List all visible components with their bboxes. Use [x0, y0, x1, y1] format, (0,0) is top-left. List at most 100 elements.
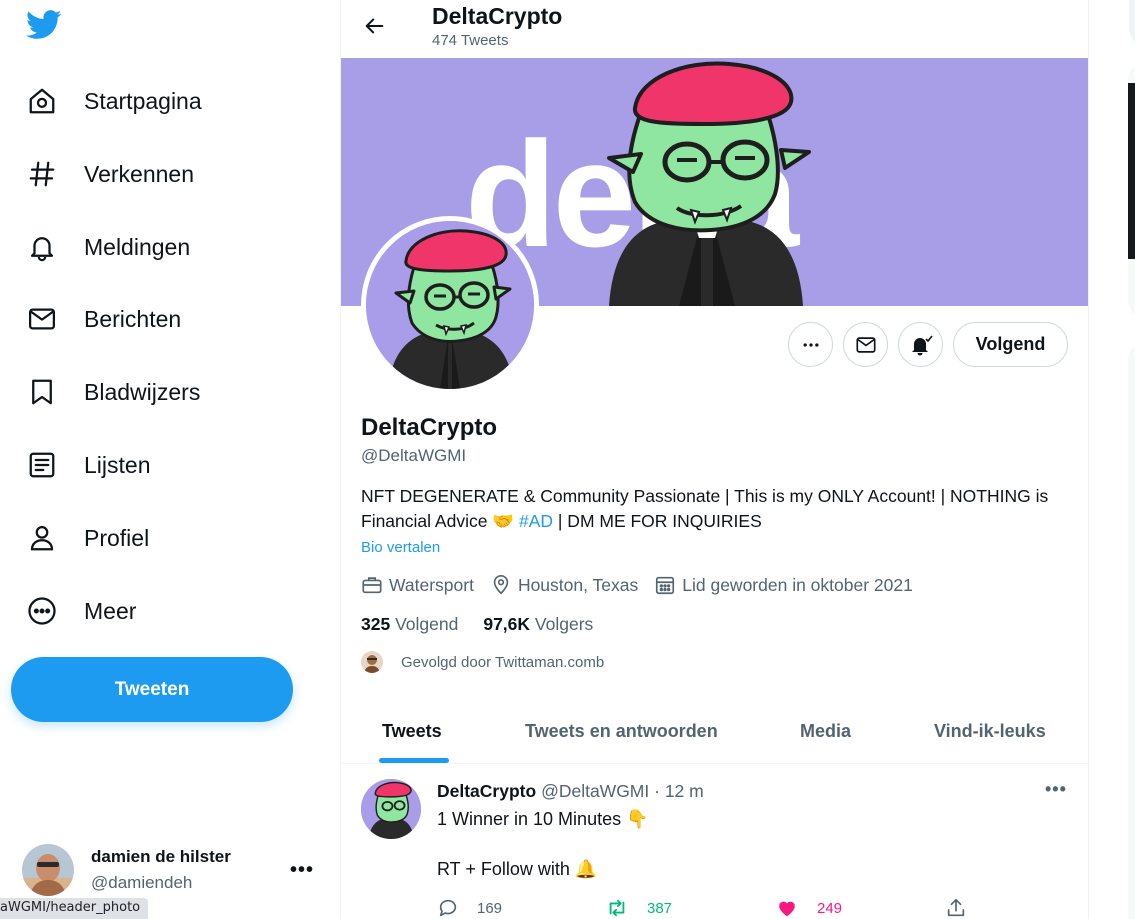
bio-text: | DM ME FOR INQUIRIES — [553, 511, 762, 531]
nav-item-explore[interactable]: Verkennen — [24, 149, 194, 199]
nav-item-lists[interactable]: Lijsten — [24, 440, 150, 490]
bookmark-icon — [24, 374, 60, 410]
active-tab-indicator — [379, 758, 449, 763]
hashtag-icon — [24, 156, 60, 192]
share-button[interactable] — [945, 897, 967, 919]
profile-joined: Lid geworden in oktober 2021 — [654, 574, 913, 596]
retweet-icon — [609, 899, 625, 917]
profile-meta: Watersport Houston, Texas Lid geworden i… — [361, 573, 929, 597]
card-image-edge — [1128, 83, 1135, 259]
tweet-header: DeltaCrypto @DeltaWGMI · 12 m — [437, 781, 704, 802]
nav-item-profile[interactable]: Profiel — [24, 513, 149, 563]
calendar-icon — [656, 576, 675, 595]
profile-column: DeltaCrypto 474 Tweets delta Volgend Del… — [340, 0, 1089, 919]
account-name: damien de hilster — [91, 847, 231, 866]
account-handle: @damiendeh — [91, 873, 193, 892]
following-link[interactable]: 325 Volgend — [361, 614, 458, 635]
tweet-time[interactable]: · 12 m — [654, 781, 704, 801]
reply-button[interactable]: 169 — [437, 897, 502, 919]
location-pin-icon — [493, 575, 509, 595]
joined-label: Lid geworden in oktober 2021 — [682, 574, 913, 595]
nav-item-more[interactable]: Meer — [24, 586, 136, 636]
category-label: Watersport — [389, 574, 474, 595]
follow-counts: 325 Volgend 97,6K Volgers — [361, 614, 618, 635]
location-label: Houston, Texas — [517, 574, 639, 595]
nav-item-messages[interactable]: Berichten — [24, 294, 181, 344]
bell-icon — [24, 229, 60, 265]
left-navigation: Startpagina Verkennen Meldingen Berichte… — [0, 0, 340, 919]
bell-check-icon — [911, 335, 933, 355]
browser-status-url: aWGMI/header_photo — [0, 898, 149, 919]
following-count: 325 — [361, 614, 391, 634]
search-box-edge[interactable] — [1129, 0, 1135, 48]
follower-avatar — [361, 651, 383, 673]
nav-label: Berichten — [84, 305, 182, 332]
tweet-text-line: RT + Follow with 🔔 — [437, 859, 598, 879]
tab-tweets-and-replies[interactable]: Tweets en antwoorden — [525, 700, 718, 763]
twitter-bird-logo-icon[interactable] — [26, 10, 62, 44]
tab-media[interactable]: Media — [800, 700, 851, 763]
nav-label: Meer — [84, 597, 137, 624]
envelope-icon — [855, 336, 876, 353]
tweet-author-handle: @DeltaWGMI — [541, 781, 650, 801]
like-button[interactable]: 249 — [775, 897, 842, 919]
nav-item-bookmarks[interactable]: Bladwijzers — [24, 367, 200, 417]
profile-name: DeltaCrypto — [361, 414, 498, 441]
profile-avatar[interactable] — [361, 216, 539, 394]
nav-label: Verkennen — [84, 160, 194, 187]
translate-bio-link[interactable]: Bio vertalen — [361, 539, 440, 556]
followed-by-link[interactable]: Gevolgd door Twittaman.comb — [361, 651, 604, 673]
back-arrow-icon[interactable] — [361, 12, 389, 40]
briefcase-icon — [362, 577, 382, 594]
followers-link[interactable]: 97,6K Volgers — [483, 614, 593, 635]
profile-handle: @DeltaWGMI — [361, 446, 467, 465]
retweet-count: 387 — [647, 899, 673, 917]
tweet-more-icon[interactable]: ••• — [1045, 779, 1067, 800]
message-button[interactable] — [843, 322, 888, 367]
notifications-toggle-button[interactable] — [898, 322, 943, 367]
reply-count: 169 — [477, 899, 503, 917]
tweet-author-avatar[interactable] — [361, 779, 421, 839]
profile-header-bar: DeltaCrypto 474 Tweets — [341, 0, 1088, 58]
followers-count: 97,6K — [483, 614, 531, 634]
followers-label: Volgers — [534, 614, 594, 634]
nav-label: Meldingen — [84, 233, 191, 260]
envelope-icon — [24, 301, 60, 337]
more-circle-icon — [24, 593, 60, 629]
nav-label: Profiel — [84, 524, 150, 551]
account-more-icon[interactable]: ••• — [290, 859, 314, 882]
following-label: Volgend — [395, 614, 459, 634]
tab-tweets[interactable]: Tweets — [382, 700, 442, 763]
person-icon — [24, 520, 60, 556]
heart-icon — [779, 901, 795, 917]
trend-card-edge[interactable] — [1128, 63, 1135, 317]
retweet-button[interactable]: 387 — [605, 897, 672, 919]
share-icon — [947, 898, 965, 917]
more-options-button[interactable] — [788, 322, 833, 367]
bio-hashtag-link[interactable]: #AD — [519, 511, 553, 531]
tweet-actions: 169 387 249 — [437, 897, 977, 919]
tab-likes[interactable]: Vind-ik-leuks — [934, 700, 1046, 763]
nav-item-notifications[interactable]: Meldingen — [24, 222, 190, 272]
nav-item-home[interactable]: Startpagina — [24, 76, 202, 126]
tweet-author-name[interactable]: DeltaCrypto — [437, 781, 536, 801]
more-horizontal-icon — [803, 342, 818, 347]
home-icon — [24, 83, 60, 119]
tweet-text-line: 1 Winner in 10 Minutes 👇 — [437, 809, 649, 829]
suggestions-card-edge — [1128, 343, 1135, 919]
profile-category: Watersport — [361, 574, 474, 596]
following-button[interactable]: Volgend — [953, 322, 1068, 367]
account-switcher[interactable]: damien de hilster @damiendeh ••• — [22, 838, 332, 902]
tweet-button[interactable]: Tweeten — [11, 657, 293, 722]
profile-location: Houston, Texas — [490, 574, 638, 596]
profile-bio: NFT DEGENERATE & Community Passionate | … — [361, 484, 1071, 534]
nav-label: Bladwijzers — [84, 378, 201, 405]
tweet-item[interactable]: DeltaCrypto @DeltaWGMI · 12 m ••• 1 Winn… — [341, 765, 1088, 919]
followed-by-text: Gevolgd door Twittaman.comb — [401, 653, 605, 671]
page-title: DeltaCrypto — [432, 3, 563, 29]
avatar — [22, 844, 74, 896]
right-sidebar — [1089, 0, 1135, 919]
reply-icon — [439, 899, 457, 917]
tweet-count: 474 Tweets — [432, 32, 509, 49]
list-icon — [24, 447, 60, 483]
